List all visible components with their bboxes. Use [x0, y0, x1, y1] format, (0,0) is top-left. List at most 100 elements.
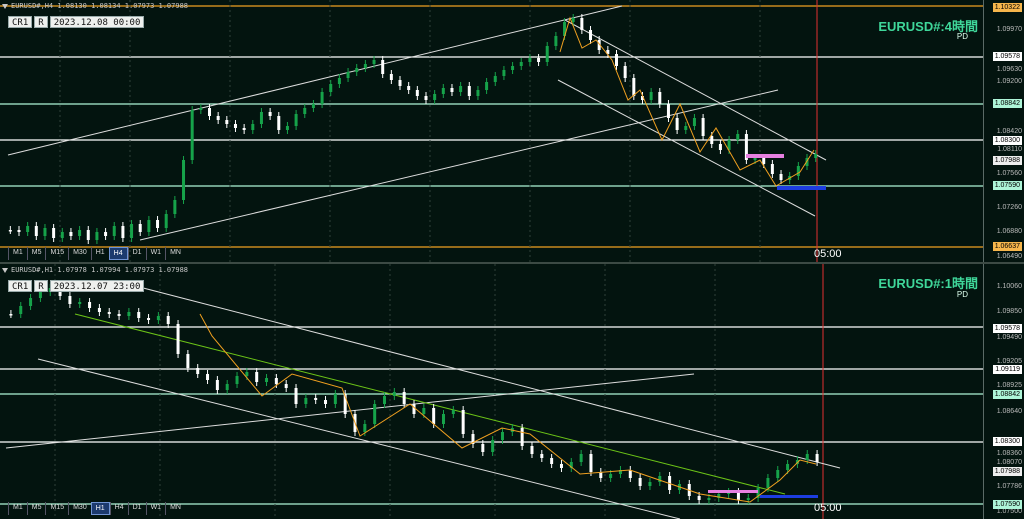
axis-tick: 1.06490	[996, 253, 1022, 260]
h1-price-axis[interactable]: 1.10060 1.09850 1.09490 1.09205 1.08925 …	[983, 264, 1024, 519]
r-button[interactable]: R	[34, 280, 48, 292]
h4-candle	[329, 84, 333, 92]
cr1-button[interactable]: CR1	[8, 280, 33, 292]
h4-candle	[208, 108, 211, 116]
h4-candle	[589, 30, 593, 40]
price-tag-s1: 1.07590	[992, 500, 1022, 509]
tf-mn[interactable]: MN	[165, 502, 185, 515]
h1-candle	[284, 384, 288, 388]
h4-candle	[389, 74, 393, 80]
h1-candle	[166, 316, 170, 324]
h1-candle	[156, 316, 160, 320]
h1-candle	[412, 404, 416, 414]
cr1-button[interactable]: CR1	[8, 16, 33, 28]
h4-candle	[199, 108, 203, 110]
r-button[interactable]: R	[34, 16, 48, 28]
tf-w1[interactable]: W1	[145, 502, 166, 515]
h4-candle	[164, 214, 168, 228]
h4-candle	[718, 144, 722, 150]
h4-chart-canvas[interactable]	[0, 0, 1024, 262]
tf-h4[interactable]: H4	[109, 502, 128, 515]
price-tag-low: 1.06637	[992, 242, 1022, 251]
h1-time-label: 05:00	[814, 502, 842, 514]
h1-candle	[648, 482, 652, 486]
h4-candle	[233, 124, 237, 128]
h4-candle	[381, 60, 385, 74]
h4-chart-pane[interactable]: EURUSD#,H4 1.08130 1.08134 1.07973 1.079…	[0, 0, 1024, 262]
tf-m30[interactable]: M30	[68, 247, 91, 260]
h4-candle	[675, 118, 679, 130]
h4-time-label: 05:00	[814, 248, 842, 260]
h1-candle	[235, 376, 239, 384]
tf-d1[interactable]: D1	[127, 247, 146, 260]
h4-date: 2023.12.08 00:00	[49, 16, 145, 28]
tf-h4[interactable]: H4	[108, 247, 128, 260]
h4-candle	[736, 134, 740, 140]
tf-m1[interactable]: M1	[8, 247, 27, 260]
h1-candle	[324, 400, 328, 404]
h4-candle	[372, 60, 376, 64]
tf-mn[interactable]: MN	[165, 247, 185, 260]
tf-h1[interactable]: H1	[90, 247, 109, 260]
h4-price-axis[interactable]: 1.09970 1.09630 1.09200 1.08420 1.08110 …	[983, 0, 1024, 262]
h1-candle	[658, 476, 662, 482]
h4-candle	[95, 232, 99, 240]
axis-tick: 1.07560	[996, 170, 1022, 177]
blue-zone	[777, 186, 826, 190]
tf-m15[interactable]: M15	[45, 502, 68, 515]
h4-candle	[502, 70, 506, 76]
axis-tick: 1.07260	[996, 204, 1022, 211]
h1-candle	[697, 496, 701, 500]
h4-candle	[34, 226, 38, 236]
h4-candle	[580, 18, 584, 30]
h4-candle	[17, 230, 21, 232]
h1-candle	[29, 298, 33, 306]
axis-tick: 1.10060	[996, 283, 1022, 290]
h1-candle	[776, 470, 780, 478]
price-tag-r1: 1.09578	[992, 52, 1022, 61]
h1-candle	[9, 314, 13, 316]
h4-timeframe-bar: M1 M5 M15 M30 H1 H4 D1 W1 MN	[8, 247, 185, 260]
h1-candle	[127, 312, 131, 316]
tf-w1[interactable]: W1	[145, 247, 166, 260]
tf-m15[interactable]: M15	[45, 247, 68, 260]
h4-candle	[138, 224, 142, 232]
h1-chart-canvas[interactable]	[0, 264, 1024, 519]
price-tag-r3: 1.08300	[992, 437, 1022, 446]
pink-zone	[708, 490, 758, 493]
collapse-icon[interactable]	[2, 3, 8, 9]
h4-candle	[545, 46, 549, 62]
channel-line	[37, 358, 681, 519]
axis-tick: 1.06880	[996, 228, 1022, 235]
h4-date-box: CR1 R 2023.12.08 00:00	[8, 16, 145, 28]
tf-m30[interactable]: M30	[68, 502, 91, 515]
h4-candle	[554, 36, 558, 46]
axis-tick: 1.08360	[996, 450, 1022, 457]
h4-candle	[632, 78, 636, 96]
h1-candle	[88, 302, 92, 308]
h1-chart-header: EURUSD#,H1 1.07978 1.07994 1.07973 1.079…	[2, 266, 188, 274]
h4-candle	[796, 166, 800, 176]
axis-tick: 1.09200	[996, 78, 1022, 85]
tf-m5[interactable]: M5	[26, 502, 46, 515]
collapse-icon[interactable]	[2, 267, 8, 273]
h4-candle	[753, 158, 757, 160]
h1-candle	[589, 454, 593, 472]
h4-candle	[770, 164, 774, 174]
tf-h1[interactable]: H1	[90, 502, 110, 515]
price-tag-r1b: 1.09119	[993, 365, 1022, 374]
h4-candle	[8, 230, 12, 232]
h1-candle	[461, 410, 465, 434]
h1-candle	[68, 296, 72, 304]
h4-candle	[182, 160, 186, 200]
h4-candle	[52, 228, 56, 238]
h4-candle	[346, 72, 350, 78]
h1-candle	[196, 368, 200, 374]
tf-m5[interactable]: M5	[26, 247, 46, 260]
h1-candle	[255, 372, 259, 382]
tf-d1[interactable]: D1	[127, 502, 146, 515]
h4-candle	[104, 232, 108, 236]
tf-m1[interactable]: M1	[8, 502, 27, 515]
h1-chart-pane[interactable]: EURUSD#,H1 1.07978 1.07994 1.07973 1.079…	[0, 264, 1024, 519]
h1-candle	[520, 428, 524, 446]
